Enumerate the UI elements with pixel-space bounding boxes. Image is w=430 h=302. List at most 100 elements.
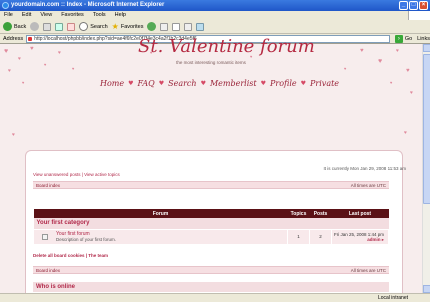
- home-icon[interactable]: [67, 22, 76, 31]
- heart-icon: ♥: [404, 130, 407, 136]
- category-link[interactable]: Your first category: [33, 218, 389, 229]
- forum-table: Forum Topics Posts Last post Your first …: [33, 209, 389, 245]
- menu-tools[interactable]: Tools: [93, 11, 106, 20]
- menu-help[interactable]: Help: [115, 11, 126, 20]
- heart-icon: ♥: [30, 46, 34, 52]
- links-button[interactable]: Links: [417, 36, 430, 42]
- back-arrow-icon: [3, 22, 12, 31]
- toolbar: Back Search ★ Favorites: [0, 20, 430, 34]
- who-is-online-header: Who is online: [33, 282, 389, 292]
- window-title-bar: yourdomain.com :: Index - Microsoft Inte…: [0, 0, 430, 11]
- search-links[interactable]: View unanswered posts | View active topi…: [33, 172, 120, 177]
- history-icon[interactable]: [160, 22, 169, 31]
- refresh-icon[interactable]: [55, 22, 64, 31]
- search-button[interactable]: Search: [79, 22, 108, 31]
- menu-favorites[interactable]: Favorites: [61, 11, 84, 20]
- scroll-up-button[interactable]: [423, 44, 430, 52]
- col-posts: Posts: [309, 209, 332, 218]
- go-label: Go: [404, 35, 413, 42]
- favorites-label: Favorites: [120, 23, 144, 30]
- address-label: Address: [3, 35, 24, 42]
- nav-profile[interactable]: Profile: [270, 79, 297, 88]
- view-post-icon[interactable]: ▸: [382, 237, 384, 242]
- heart-icon: ♥: [12, 132, 15, 138]
- forum-folder-icon: [42, 233, 48, 240]
- forum-row: Your first forum Description of your fir…: [33, 228, 389, 245]
- col-topics: Topics: [287, 209, 310, 218]
- favorites-button[interactable]: ★ Favorites: [112, 22, 144, 31]
- timezone-note: All times are UTC: [350, 183, 386, 188]
- minimize-button[interactable]: _: [399, 1, 408, 10]
- col-last-post: Last post: [331, 209, 389, 218]
- stop-icon[interactable]: [43, 22, 52, 31]
- maximize-button[interactable]: □: [409, 1, 418, 10]
- nav-search[interactable]: Search: [168, 79, 196, 88]
- heart-icon: ♥: [390, 80, 393, 85]
- search-label: Search: [90, 23, 108, 30]
- current-time: It is currently Mon Jan 29, 2008 11:53 a…: [323, 166, 406, 171]
- heart-separator-icon: ♥: [158, 80, 165, 87]
- menu-view[interactable]: View: [40, 11, 52, 20]
- scroll-thumb[interactable]: [423, 54, 430, 204]
- heart-separator-icon: ♥: [128, 80, 134, 87]
- menu-bar: File Edit View Favorites Tools Help: [0, 11, 430, 20]
- nav-home[interactable]: Home: [100, 79, 124, 88]
- window-controls: _ □ ×: [399, 1, 428, 10]
- media-icon[interactable]: [147, 22, 157, 31]
- go-arrow-icon: ›: [394, 34, 403, 43]
- back-label: Back: [14, 23, 27, 30]
- nav-memberlist[interactable]: Memberlist: [210, 79, 257, 88]
- heart-icon: ♥: [58, 50, 61, 56]
- star-icon: ★: [111, 22, 119, 31]
- page-subtitle: the most interesting romantic items: [176, 60, 246, 65]
- board-index-link[interactable]: Board index: [36, 183, 60, 188]
- col-forum: Forum: [33, 209, 288, 218]
- forum-description: Description of your first forum.: [56, 237, 117, 242]
- forward-button[interactable]: [30, 22, 40, 31]
- footer-links[interactable]: Delete all board cookies | The team: [33, 253, 108, 258]
- board-index-link-bottom[interactable]: Board index: [36, 268, 60, 273]
- scroll-down-button[interactable]: [423, 285, 430, 293]
- ie-logo-icon: [2, 2, 9, 9]
- vertical-scrollbar[interactable]: [422, 44, 430, 293]
- search-icon: [79, 22, 89, 31]
- mail-icon[interactable]: [172, 22, 181, 31]
- heart-icon: ♥: [72, 66, 75, 71]
- status-bar: Local intranet: [0, 293, 430, 302]
- heart-icon: ♥: [344, 66, 347, 71]
- edit-icon[interactable]: [196, 22, 205, 31]
- forum-cell: Your first forum Description of your fir…: [33, 228, 288, 245]
- heart-icon: ♥: [360, 48, 364, 54]
- window-title: yourdomain.com :: Index - Microsoft Inte…: [11, 2, 165, 8]
- windows-logo-icon: [408, 11, 430, 20]
- back-button[interactable]: Back: [3, 22, 26, 31]
- security-zone: Local intranet: [377, 295, 408, 301]
- nav-faq[interactable]: FAQ: [138, 79, 155, 88]
- heart-icon: ♥: [4, 48, 9, 55]
- heart-separator-icon: ♥: [200, 80, 206, 87]
- forum-posts: 2: [309, 228, 332, 245]
- breadcrumb-bar: Board index All times are UTC: [33, 181, 389, 189]
- heart-icon: ♥: [396, 48, 399, 54]
- timezone-note-bottom: All times are UTC: [350, 268, 386, 273]
- last-post-author[interactable]: admin: [367, 237, 380, 242]
- nav-private[interactable]: Private: [310, 79, 339, 88]
- heart-separator-icon: ♥: [300, 80, 307, 87]
- heart-icon: ♥: [406, 68, 410, 74]
- close-button[interactable]: ×: [419, 1, 428, 10]
- forum-last-post: Fri Jan 25, 2008 1:44 pm admin ▸: [331, 228, 389, 245]
- heart-icon: ♥: [8, 68, 11, 74]
- page-title: St. Valentine forum: [138, 36, 315, 57]
- heart-separator-icon: ♥: [260, 80, 266, 87]
- menu-file[interactable]: File: [4, 11, 13, 20]
- go-button[interactable]: › Go: [394, 34, 413, 43]
- heart-icon: ♥: [22, 80, 25, 85]
- breadcrumb-bar-bottom: Board index All times are UTC: [33, 266, 389, 274]
- menu-edit[interactable]: Edit: [22, 11, 31, 20]
- forum-topics: 1: [287, 228, 310, 245]
- heart-icon: ♥: [410, 90, 413, 96]
- forum-table-header: Forum Topics Posts Last post: [33, 209, 389, 218]
- print-icon[interactable]: [184, 22, 193, 31]
- main-nav: Home ♥ FAQ ♥ Search ♥ Memberlist ♥ Profi…: [100, 79, 339, 88]
- category-row: Your first category: [33, 218, 389, 229]
